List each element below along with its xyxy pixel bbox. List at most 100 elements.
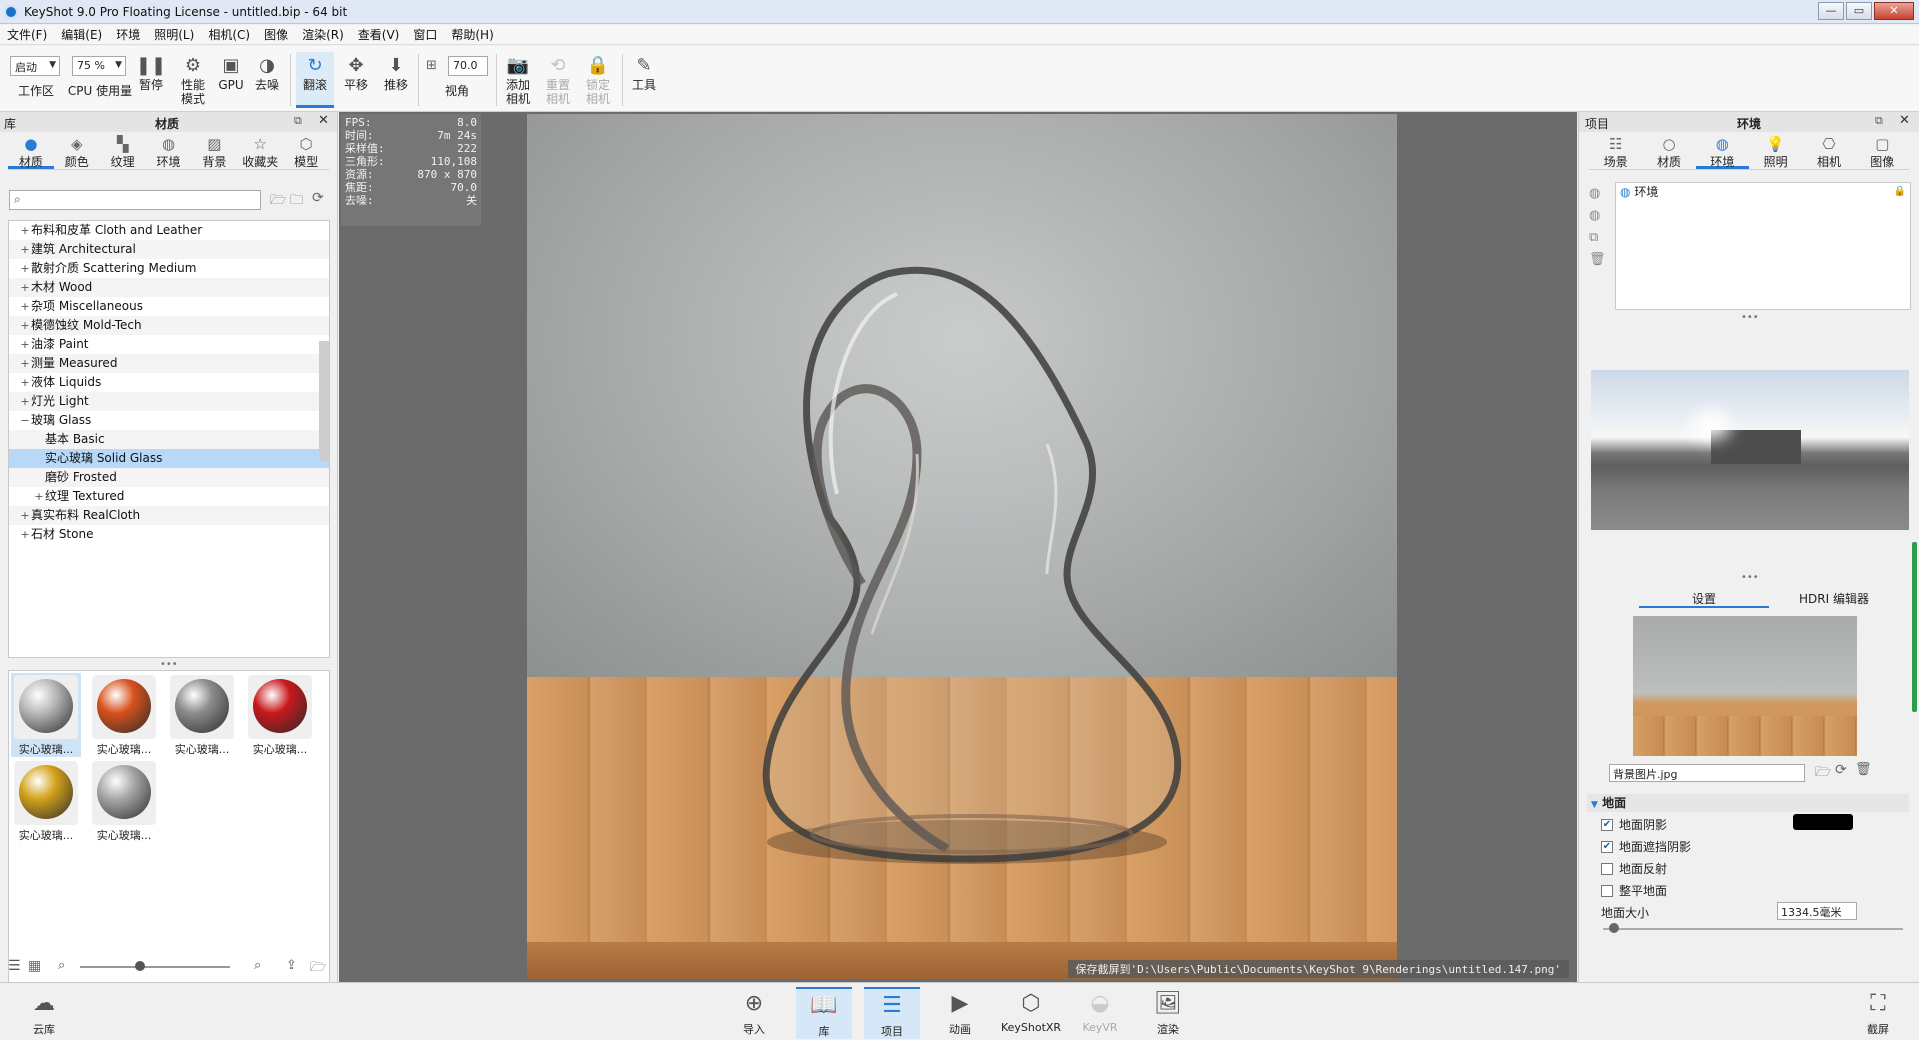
- expand-icon[interactable]: +: [19, 354, 31, 373]
- pause-button[interactable]: ❚❚ 暂停: [136, 52, 166, 108]
- expand-icon[interactable]: +: [19, 373, 31, 392]
- hdri-preview[interactable]: [1591, 370, 1909, 530]
- collapse-icon[interactable]: −: [19, 411, 31, 430]
- tab-settings[interactable]: 设置: [1639, 590, 1769, 608]
- close-button[interactable]: ✕: [1874, 2, 1914, 20]
- tab-lighting[interactable]: 💡 照明: [1749, 134, 1802, 170]
- ground-occlusion-checkbox[interactable]: ✔ 地面遮挡阴影: [1601, 838, 1691, 855]
- tab-colors[interactable]: ◈ 颜色: [54, 134, 100, 170]
- splitter-handle-icon[interactable]: •••: [160, 659, 178, 670]
- expand-icon[interactable]: +: [19, 525, 31, 544]
- background-image-preview[interactable]: [1633, 616, 1857, 756]
- tree-item[interactable]: +石材 Stone: [9, 525, 329, 544]
- expand-icon[interactable]: +: [33, 487, 45, 506]
- menu-image[interactable]: 图像: [257, 26, 295, 43]
- tree-item[interactable]: +散射介质 Scattering Medium: [9, 259, 329, 278]
- tab-textures[interactable]: ▚ 纹理: [100, 134, 146, 170]
- tree-item[interactable]: +灯光 Light: [9, 392, 329, 411]
- folder-open-icon[interactable]: 🗁: [1815, 763, 1831, 785]
- pan-button[interactable]: ✥ 平移: [340, 52, 372, 108]
- screenshot-button[interactable]: ⛶ 截屏: [1850, 987, 1906, 1039]
- menu-lighting[interactable]: 照明(L): [147, 26, 201, 43]
- tree-item[interactable]: +测量 Measured: [9, 354, 329, 373]
- slider-thumb[interactable]: [1609, 923, 1619, 933]
- animation-button[interactable]: ▶ 动画: [932, 987, 988, 1039]
- tab-environments[interactable]: ◍ 环境: [146, 134, 192, 170]
- keyvr-button[interactable]: ◒ KeyVR: [1072, 987, 1128, 1039]
- refresh-icon[interactable]: ⟳: [1835, 762, 1847, 778]
- tab-environment[interactable]: ◍ 环境: [1695, 134, 1749, 169]
- project-button[interactable]: ☰ 项目: [864, 987, 920, 1039]
- field-of-view-input[interactable]: 70.0: [448, 56, 488, 76]
- tree-item[interactable]: 实心玻璃 Solid Glass: [9, 449, 329, 468]
- ground-section-header[interactable]: ▼ 地面: [1587, 794, 1909, 812]
- tab-material[interactable]: ○ 材质: [1642, 134, 1695, 170]
- menu-camera[interactable]: 相机(C): [201, 26, 257, 43]
- ground-reflection-checkbox[interactable]: 地面反射: [1601, 860, 1667, 877]
- tree-item[interactable]: +木材 Wood: [9, 278, 329, 297]
- upload-icon[interactable]: ⇪: [286, 958, 297, 973]
- tree-item[interactable]: +液体 Liquids: [9, 373, 329, 392]
- ground-size-slider[interactable]: [1603, 928, 1903, 930]
- lock-icon[interactable]: 🔒: [1894, 183, 1906, 201]
- rendered-image[interactable]: [527, 114, 1397, 980]
- render-button[interactable]: 🖼 渲染: [1140, 987, 1196, 1039]
- menu-file[interactable]: 文件(F): [0, 26, 54, 43]
- tab-camera[interactable]: ⎔ 相机: [1802, 134, 1855, 170]
- folder-add-icon[interactable]: 🗀: [290, 191, 303, 213]
- expand-icon[interactable]: +: [19, 240, 31, 259]
- close-icon[interactable]: ✕: [1899, 113, 1910, 128]
- material-thumbnail[interactable]: 实心玻璃...: [245, 673, 315, 757]
- add-camera-button[interactable]: 📷 添加 相机: [502, 52, 534, 108]
- menu-view[interactable]: 查看(V): [351, 26, 407, 43]
- expand-icon[interactable]: +: [19, 392, 31, 411]
- undock-icon[interactable]: ⧉: [1875, 114, 1883, 128]
- background-image-field[interactable]: 背景图片.jpg: [1609, 764, 1805, 782]
- cloud-library-button[interactable]: ☁ 云库: [16, 987, 72, 1039]
- denoise-button[interactable]: ◑ 去噪: [252, 52, 282, 108]
- maximize-button[interactable]: ▭: [1846, 2, 1872, 20]
- expand-icon[interactable]: +: [19, 335, 31, 354]
- expand-icon[interactable]: +: [19, 259, 31, 278]
- refresh-icon[interactable]: ⟳: [312, 190, 324, 206]
- performance-mode-button[interactable]: ⚙ 性能 模式: [176, 52, 210, 108]
- dolly-button[interactable]: ⬇ 推移: [380, 52, 412, 108]
- menu-edit[interactable]: 编辑(E): [54, 26, 109, 43]
- tab-scene[interactable]: ☷ 场景: [1589, 134, 1642, 170]
- slider-thumb[interactable]: [135, 961, 145, 971]
- material-thumbnail[interactable]: 实心玻璃...: [167, 673, 237, 757]
- undock-icon[interactable]: ⧉: [294, 114, 302, 128]
- shadow-color-swatch[interactable]: [1793, 814, 1853, 830]
- tree-item[interactable]: +布料和皮革 Cloth and Leather: [9, 221, 329, 240]
- gpu-button[interactable]: ▣ GPU: [218, 52, 244, 108]
- ground-shadow-checkbox[interactable]: ✔ 地面阴影: [1601, 816, 1667, 833]
- flatten-ground-checkbox[interactable]: 整平地面: [1601, 882, 1667, 899]
- tree-item[interactable]: +建筑 Architectural: [9, 240, 329, 259]
- tools-button[interactable]: ✎ 工具: [628, 52, 660, 108]
- expand-icon[interactable]: +: [19, 506, 31, 525]
- duplicate-environment-icon[interactable]: ◍: [1589, 208, 1600, 223]
- expand-icon[interactable]: +: [19, 297, 31, 316]
- menu-environment[interactable]: 环境: [109, 26, 147, 43]
- tab-image[interactable]: ▢ 图像: [1856, 134, 1909, 170]
- tree-item[interactable]: +纹理 Textured: [9, 487, 329, 506]
- lock-camera-button[interactable]: 🔒 锁定 相机: [582, 52, 614, 108]
- tree-item[interactable]: −玻璃 Glass: [9, 411, 329, 430]
- tab-materials[interactable]: ● 材质: [8, 134, 54, 169]
- material-thumbnail[interactable]: 实心玻璃...: [11, 759, 81, 843]
- panel-scrollbar[interactable]: [1912, 542, 1917, 712]
- tree-item[interactable]: +真实布料 RealCloth: [9, 506, 329, 525]
- expand-icon[interactable]: +: [19, 221, 31, 240]
- tree-item[interactable]: 磨砂 Frosted: [9, 468, 329, 487]
- tab-models[interactable]: ⬡ 模型: [283, 134, 329, 170]
- tree-item[interactable]: +杂项 Miscellaneous: [9, 297, 329, 316]
- tree-item[interactable]: +油漆 Paint: [9, 335, 329, 354]
- thumbnail-size-slider[interactable]: [80, 966, 230, 968]
- import-button[interactable]: ⊕ 导入: [726, 987, 782, 1039]
- tab-favorites[interactable]: ☆ 收藏夹: [237, 134, 283, 170]
- copy-environment-icon[interactable]: ⧉: [1589, 230, 1598, 245]
- tree-scrollbar[interactable]: [319, 341, 329, 461]
- menu-window[interactable]: 窗口: [406, 26, 444, 43]
- tree-item[interactable]: +模德蚀纹 Mold-Tech: [9, 316, 329, 335]
- splitter-handle-icon[interactable]: •••: [1741, 572, 1759, 583]
